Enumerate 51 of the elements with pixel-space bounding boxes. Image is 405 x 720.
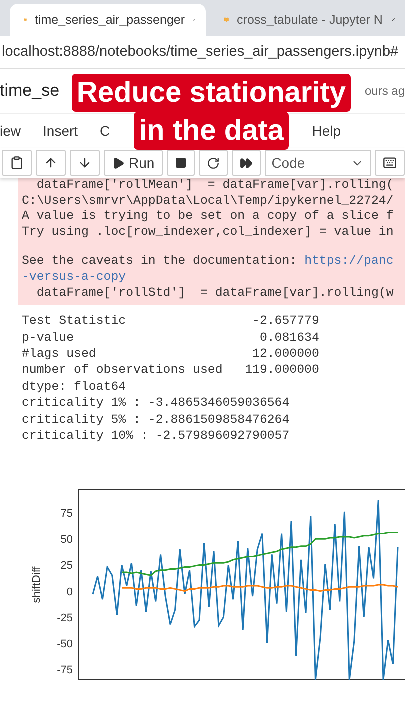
output-line: criticality 1% : -3.4865346059036564 (22, 395, 291, 412)
docs-link[interactable]: -versus-a-copy (22, 270, 126, 286)
move-down-button[interactable] (70, 150, 100, 176)
menu-item[interactable]: Insert (43, 123, 78, 139)
move-up-button[interactable] (36, 150, 66, 176)
keyboard-button[interactable] (375, 150, 405, 176)
restart-icon (206, 156, 220, 170)
arrow-down-icon (78, 156, 92, 170)
caption-text: Reduce stationarity (72, 74, 352, 112)
restart-button[interactable] (198, 150, 228, 176)
paste-button[interactable] (2, 150, 32, 176)
output-line: Test Statistic -2.657779 (22, 313, 320, 330)
arrow-up-icon (44, 156, 58, 170)
browser-tab[interactable]: cross_tabulate - Jupyter N (210, 4, 405, 36)
menu-item[interactable]: iew (0, 123, 22, 139)
y-tick-label: 75 (60, 508, 73, 520)
y-tick-label: 50 (60, 534, 73, 546)
y-axis-label: shiftDiff (31, 567, 43, 604)
output-line: criticality 10% : -2.579896092790057 (22, 428, 291, 444)
keyboard-icon (383, 156, 397, 170)
play-icon (112, 156, 125, 170)
output-line: p-value 0.081634 (22, 330, 320, 346)
output-line: dtype: float64 (22, 378, 128, 396)
y-tick-label: 25 (60, 560, 73, 573)
notebook-title[interactable]: time_se (0, 81, 60, 101)
y-tick-label: -75 (57, 664, 73, 677)
warning-line: dataFrame['rollStd'] = dataFrame[var].rolling(w (36, 286, 394, 302)
caption-text: in the data (134, 112, 289, 150)
warning-line: See the caveats in the documentation: (22, 254, 298, 270)
stop-button[interactable] (166, 150, 195, 176)
cell-type-select[interactable]: Code (264, 150, 371, 176)
y-tick-label: -50 (57, 638, 73, 651)
warning-line: A value is trying to be set on a copy of a slice f (22, 209, 394, 225)
run-button[interactable]: Run (104, 150, 163, 176)
menu-item[interactable]: C (100, 123, 110, 139)
warning-line: dataFrame['rollMean'] = dataFrame[var].rolling( (36, 178, 394, 194)
run-all-button[interactable] (232, 150, 261, 176)
y-tick-label: 0 (66, 586, 73, 599)
y-tick-label: -25 (57, 612, 73, 625)
menu-item[interactable]: Help (312, 123, 341, 139)
stop-icon (174, 157, 187, 169)
clipboard-icon (10, 156, 24, 170)
save-status: ours ag (364, 84, 405, 98)
docs-link[interactable]: https://panc (304, 254, 394, 270)
warning-line: Try using .loc[row_indexer,col_indexer] = value in (22, 224, 394, 240)
fast-forward-icon (240, 156, 253, 170)
output-line: #lags used 12.000000 (22, 346, 320, 362)
output-line: number of observations used 119.000000 (22, 362, 320, 379)
warning-line: C:\Users\smrvr\AppData\Local\Temp/ipykernel_22724/ (22, 194, 394, 210)
output-line: criticality 5% : -2.8861509858476264 (22, 412, 291, 428)
browser-tab[interactable]: time_series_air_passenger (10, 4, 206, 36)
